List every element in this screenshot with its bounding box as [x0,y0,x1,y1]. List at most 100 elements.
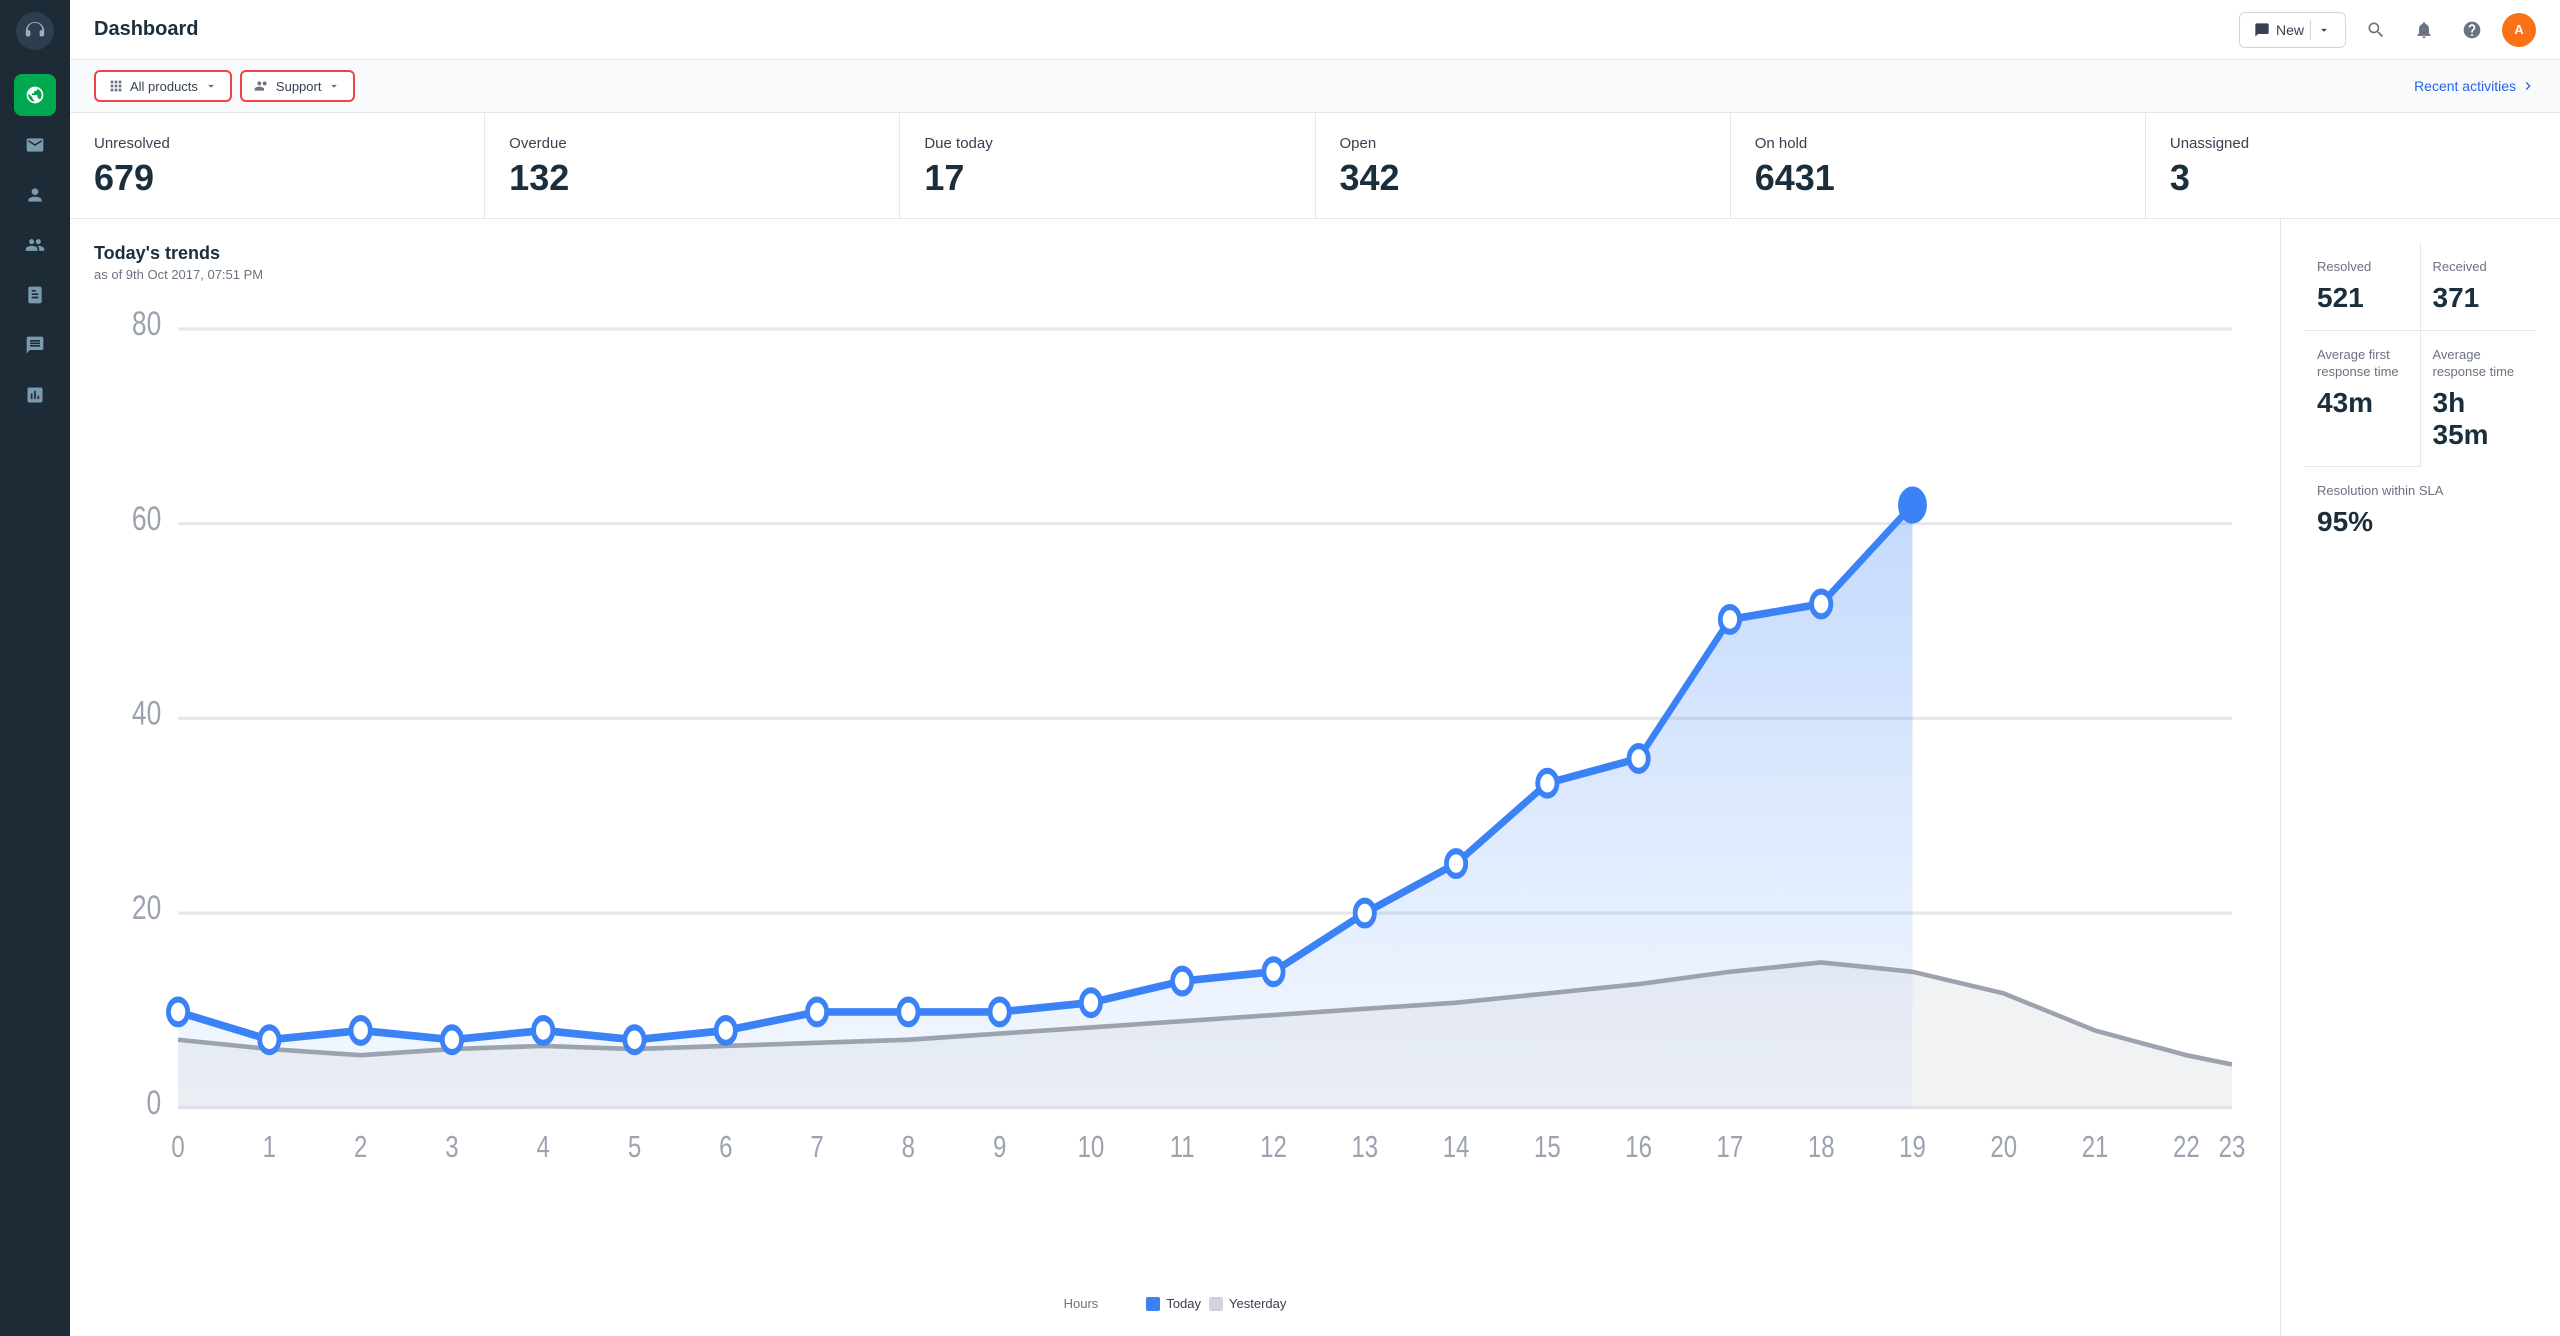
stat-unresolved: Unresolved 679 [70,113,485,218]
sidebar-item-docs[interactable] [14,274,56,316]
stat-value-on-hold: 6431 [1755,160,2121,196]
metric-resolution-sla: Resolution within SLA 95% [2305,467,2536,554]
stat-value-unassigned: 3 [2170,160,2536,196]
svg-text:40: 40 [132,694,161,732]
svg-text:12: 12 [1260,1129,1287,1164]
stat-unassigned: Unassigned 3 [2146,113,2560,218]
metric-avg-response: Average response time 3h 35m [2421,331,2537,467]
svg-text:15: 15 [1534,1129,1561,1164]
legend-yesterday: Yesterday [1229,1296,1286,1311]
svg-text:23: 23 [2219,1129,2246,1164]
metric-label-avg-first-response: Average first response time [2317,347,2408,381]
metric-received: Received 371 [2421,243,2537,331]
sidebar-item-groups[interactable] [14,224,56,266]
search-button[interactable] [2358,12,2394,48]
topbar: Dashboard New [70,0,2560,60]
help-icon [2462,20,2482,40]
svg-text:0: 0 [171,1129,184,1164]
stat-due-today: Due today 17 [900,113,1315,218]
filterbar: All products Support Recent activities [70,60,2560,113]
main-content: Dashboard New [70,0,2560,1336]
chevron-down-icon-2 [327,79,341,93]
recent-activities-link[interactable]: Recent activities [2414,78,2536,94]
button-divider [2310,20,2311,40]
stat-label-on-hold: On hold [1755,135,2121,152]
svg-text:2: 2 [354,1129,367,1164]
stat-label-due-today: Due today [924,135,1290,152]
all-products-label: All products [130,79,198,94]
sidebar-item-tickets[interactable] [14,124,56,166]
all-products-filter[interactable]: All products [94,70,232,102]
page-title: Dashboard [94,18,198,41]
stats-row: Unresolved 679 Overdue 132 Due today 17 … [70,113,2560,219]
metric-value-resolved: 521 [2317,282,2408,314]
chart-title: Today's trends [94,243,2256,264]
support-filter[interactable]: Support [240,70,356,102]
svg-text:9: 9 [993,1129,1006,1164]
svg-text:14: 14 [1443,1129,1470,1164]
svg-text:7: 7 [810,1129,823,1164]
svg-text:19: 19 [1899,1129,1926,1164]
new-button-label: New [2276,22,2304,38]
chart-section: Today's trends as of 9th Oct 2017, 07:51… [70,219,2280,1336]
svg-text:60: 60 [132,500,161,538]
metric-label-received: Received [2433,259,2525,276]
topbar-actions: New A [2239,12,2536,48]
svg-text:21: 21 [2082,1129,2109,1164]
sidebar [0,0,70,1336]
filterbar-filters: All products Support [94,70,355,102]
stat-value-due-today: 17 [924,160,1290,196]
metric-label-avg-response: Average response time [2433,347,2525,381]
svg-text:20: 20 [132,889,161,927]
chart-subtitle: as of 9th Oct 2017, 07:51 PM [94,267,2256,282]
chevron-down-icon [2317,23,2331,37]
help-button[interactable] [2454,12,2490,48]
legend-today: Today [1166,1296,1201,1311]
stat-value-overdue: 132 [509,160,875,196]
new-button[interactable]: New [2239,12,2346,48]
metrics-sidebar: Resolved 521 Received 371 Average first … [2280,219,2560,1336]
app-logo[interactable] [16,12,54,50]
search-icon [2366,20,2386,40]
support-icon [254,78,270,94]
svg-text:13: 13 [1351,1129,1378,1164]
recent-activities-label: Recent activities [2414,78,2516,94]
metric-label-resolution-sla: Resolution within SLA [2317,483,2524,500]
metric-value-resolution-sla: 95% [2317,506,2524,538]
svg-text:22: 22 [2173,1129,2200,1164]
sidebar-item-chat[interactable] [14,324,56,366]
svg-text:17: 17 [1717,1129,1744,1164]
svg-text:16: 16 [1625,1129,1652,1164]
stat-on-hold: On hold 6431 [1731,113,2146,218]
chevron-down-icon [204,79,218,93]
svg-text:4: 4 [537,1129,550,1164]
support-label: Support [276,79,322,94]
metric-label-resolved: Resolved [2317,259,2408,276]
svg-text:0: 0 [147,1084,162,1122]
svg-text:11: 11 [1170,1129,1195,1164]
svg-text:3: 3 [445,1129,458,1164]
avatar[interactable]: A [2502,13,2536,47]
svg-text:10: 10 [1078,1129,1105,1164]
svg-text:20: 20 [1990,1129,2017,1164]
content-area: Today's trends as of 9th Oct 2017, 07:51… [70,219,2560,1336]
stat-overdue: Overdue 132 [485,113,900,218]
trends-chart: 80 60 40 20 0 0 1 2 [94,298,2256,1287]
sidebar-item-support[interactable] [14,74,56,116]
metric-value-avg-response: 3h 35m [2433,387,2525,451]
metric-resolved: Resolved 521 [2305,243,2421,331]
sidebar-item-contacts[interactable] [14,174,56,216]
svg-text:1: 1 [263,1129,276,1164]
svg-text:6: 6 [719,1129,732,1164]
stat-label-unresolved: Unresolved [94,135,460,152]
chevron-right-icon [2520,78,2536,94]
stat-value-open: 342 [1340,160,1706,196]
stat-open: Open 342 [1316,113,1731,218]
notifications-button[interactable] [2406,12,2442,48]
stat-label-open: Open [1340,135,1706,152]
sidebar-item-reports[interactable] [14,374,56,416]
yesterday-legend-swatch [1209,1297,1223,1311]
svg-text:80: 80 [132,305,161,343]
chart-container: 80 60 40 20 0 0 1 2 [94,298,2256,1287]
compose-icon [2254,22,2270,38]
